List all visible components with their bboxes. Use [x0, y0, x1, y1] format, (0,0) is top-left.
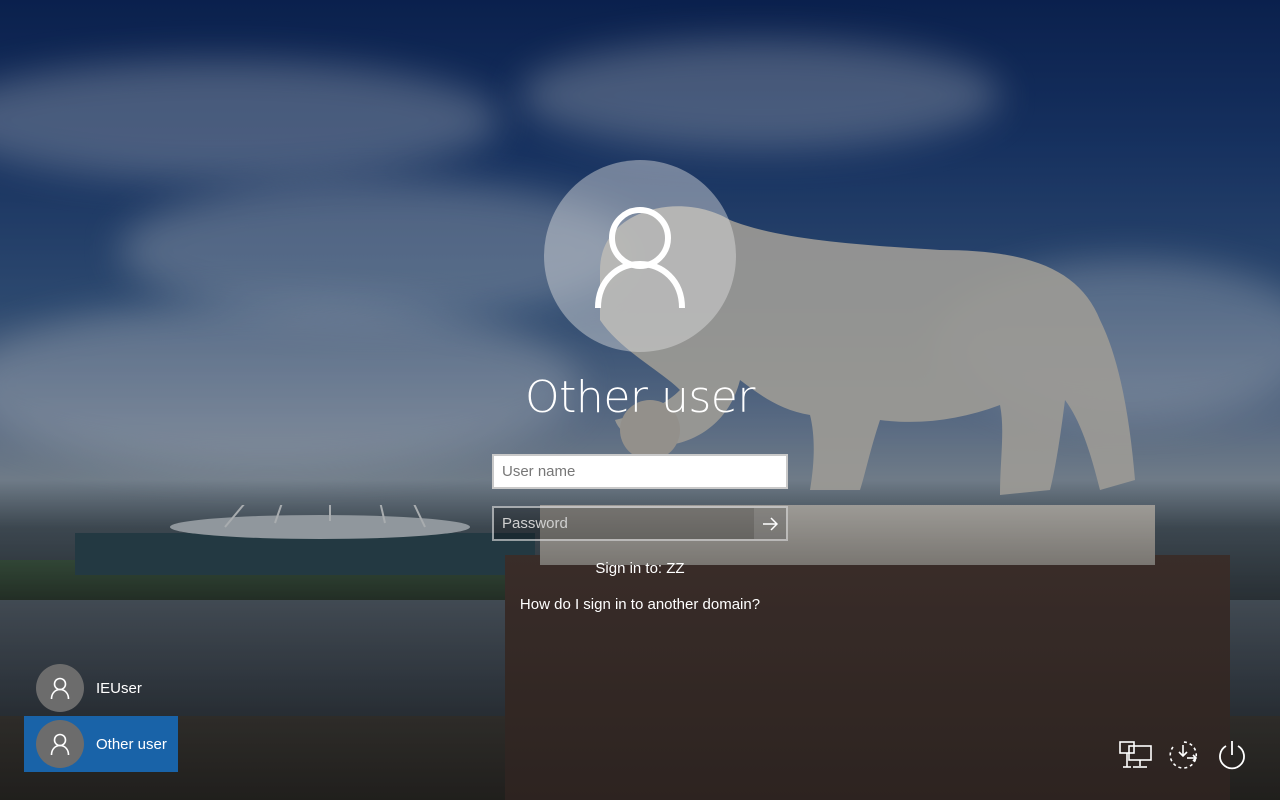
password-field[interactable]: [492, 506, 788, 541]
ease-of-access-button[interactable]: [1166, 738, 1200, 772]
ease-of-access-icon: [1169, 741, 1198, 769]
username-field[interactable]: [492, 454, 788, 489]
password-input[interactable]: [494, 508, 756, 539]
power-icon: [1219, 741, 1245, 770]
user-avatar-small: [36, 664, 84, 712]
user-title: Other user: [525, 372, 755, 423]
user-tile-ieuser[interactable]: IEUser: [24, 660, 178, 716]
user-tile-label: IEUser: [96, 679, 142, 697]
arrow-right-icon: [763, 516, 778, 531]
username-input[interactable]: [494, 456, 786, 487]
user-tile-label: Other user: [96, 735, 167, 753]
submit-button[interactable]: [754, 508, 786, 539]
user-avatar: [544, 160, 736, 352]
user-silhouette-icon: [50, 733, 70, 755]
power-button[interactable]: [1215, 738, 1249, 772]
user-tile-other-user[interactable]: Other user: [24, 716, 178, 772]
domain-help-link[interactable]: How do I sign in to another domain?: [440, 596, 840, 613]
lock-screen: Other user Sign in to: ZZ How do I sign …: [0, 0, 1280, 800]
user-silhouette-icon: [595, 207, 685, 308]
user-silhouette-icon: [50, 677, 70, 699]
sign-in-domain-text: Sign in to: ZZ: [595, 560, 685, 577]
user-avatar-small: [36, 720, 84, 768]
network-button[interactable]: [1119, 738, 1153, 772]
network-icon: [1119, 741, 1152, 768]
